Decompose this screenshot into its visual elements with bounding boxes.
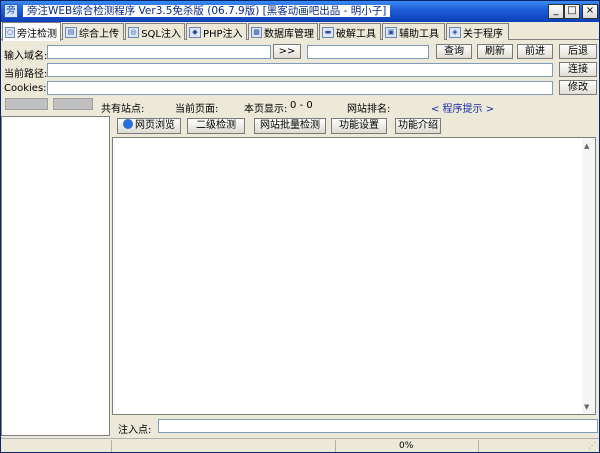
status-divider (478, 440, 479, 452)
ie-icon (123, 119, 133, 129)
web-browser-view[interactable]: ▲ ▼ (112, 137, 596, 415)
refresh-button[interactable]: 刷新 (477, 44, 513, 59)
scroll-up-icon[interactable]: ▲ (584, 142, 589, 150)
info-icon: ◈ (449, 26, 461, 38)
status-divider (335, 440, 336, 452)
tab-php-inject[interactable]: ◆ PHP注入 (186, 23, 247, 40)
status-divider (111, 440, 112, 452)
cookies-label: Cookies: (4, 83, 47, 94)
back-button[interactable]: 后退 (559, 44, 597, 59)
resize-grip-icon[interactable]: ⋰ (588, 441, 596, 450)
search-icon: ◎ (128, 26, 140, 38)
database-icon: ▦ (251, 26, 262, 38)
main-tabs: ○ 旁注检测 ▤ 综合上传 ◎ SQL注入 ◆ PHP注入 ▦ 数据库管理 ▬ 破解工具 ▣… (1, 22, 599, 41)
connect-button[interactable]: 连接 (559, 62, 597, 77)
forward-button[interactable]: 前进 (517, 44, 553, 59)
domain-input[interactable] (47, 45, 271, 59)
secondary-check-button[interactable]: 二级检测 (187, 118, 245, 134)
window-title: 旁注WEB综合检测程序 Ver3.5免杀版 (06.7.9版) [黑客动画吧出品… (23, 4, 391, 19)
tab-database[interactable]: ▦ 数据库管理 (248, 23, 318, 40)
tab-sql-inject[interactable]: ◎ SQL注入 (125, 23, 185, 40)
page-display-value: 0 - 0 (290, 100, 313, 111)
tool-icon: ▣ (385, 26, 397, 38)
domain-result-input[interactable] (307, 45, 429, 59)
modify-button[interactable]: 修改 (559, 80, 597, 95)
minimize-button[interactable]: _ (548, 4, 564, 19)
scroll-down-icon[interactable]: ▼ (584, 403, 589, 411)
path-input[interactable] (47, 63, 553, 77)
intro-button[interactable]: 功能介绍 (395, 118, 441, 134)
tab-aux-tools[interactable]: ▣ 辅助工具 (382, 23, 445, 40)
domain-label: 输入域名: (4, 51, 48, 62)
tab-side-detect[interactable]: ○ 旁注检测 (2, 22, 61, 41)
disabled-button-right (53, 98, 93, 110)
inject-input[interactable] (158, 419, 598, 433)
program-tip-link[interactable]: < 程序提示 > (431, 100, 494, 115)
go-button[interactable]: >> (273, 44, 301, 59)
current-page-label: 当前页面: (175, 104, 219, 115)
tab-upload[interactable]: ▤ 综合上传 (62, 23, 124, 40)
app-window: 旁 旁注WEB综合检测程序 Ver3.5免杀版 (06.7.9版) [黑客动画吧… (0, 0, 600, 453)
progress-percent: 0% (399, 441, 414, 451)
site-list-panel[interactable] (1, 116, 110, 436)
tab-crack-tools[interactable]: ▬ 破解工具 (319, 23, 381, 40)
magnifier-icon: ○ (5, 26, 15, 38)
sub-tab-bar: 网页浏览 二级检测 网站批量检测 功能设置 功能介绍 (111, 116, 599, 136)
page-display-label: 本页显示: (244, 104, 288, 115)
batch-check-button[interactable]: 网站批量检测 (254, 118, 326, 134)
rank-label: 网站排名: (347, 104, 391, 115)
upload-icon: ▤ (65, 26, 77, 38)
web-browse-button[interactable]: 网页浏览 (117, 118, 181, 134)
inject-label: 注入点: (118, 425, 152, 436)
vertical-scrollbar[interactable]: ▲ ▼ (582, 138, 595, 414)
path-label: 当前路径: (4, 69, 48, 80)
tab-about[interactable]: ◈ 关于程序 (446, 23, 509, 40)
app-icon: 旁 (4, 4, 18, 18)
title-bar: 旁 旁注WEB综合检测程序 Ver3.5免杀版 (06.7.9版) [黑客动画吧… (1, 1, 599, 22)
disabled-button-left (5, 98, 48, 110)
settings-button[interactable]: 功能设置 (331, 118, 387, 134)
query-button[interactable]: 查询 (436, 44, 472, 59)
sites-label: 共有站点: (101, 104, 145, 115)
crack-icon: ▬ (322, 26, 334, 38)
close-button[interactable]: × (582, 4, 598, 19)
php-icon: ◆ (189, 26, 201, 38)
cookies-input[interactable] (47, 81, 553, 95)
maximize-button[interactable]: □ (564, 4, 580, 19)
status-bar: 0% ⋰ (1, 438, 599, 452)
